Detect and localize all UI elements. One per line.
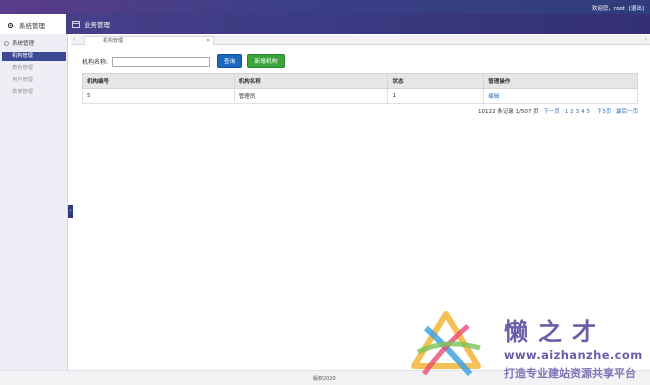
welcome-area: 欢迎您，root [退出] [592, 4, 644, 12]
table-row: 5 管理员 1 编辑 [82, 88, 638, 104]
query-button[interactable]: 查询 [217, 54, 242, 68]
page-link[interactable]: 2 [570, 109, 574, 115]
search-row: 机构名称: [82, 55, 211, 68]
org-name-input[interactable] [112, 56, 211, 67]
nav-business-management[interactable]: 业务管理 [71, 14, 110, 34]
sidebar-item-menu[interactable]: 菜单管理 [2, 88, 66, 97]
welcome-text: 欢迎您，root [591, 6, 625, 12]
chevron-left-icon[interactable]: ‹ [68, 205, 73, 218]
sidebar-item-org[interactable]: 机构管理 [2, 52, 66, 61]
tab-scroll-right-icon[interactable]: › [645, 36, 647, 43]
tab-strip: ‹ 机构管理 ✕ › [71, 35, 650, 45]
sidebar-group-label: 系统管理 [12, 41, 35, 47]
next-five-pages-link[interactable]: 下5页 [597, 109, 612, 115]
org-table: 机构编号 机构名称 状态 管理操作 5 管理员 1 编辑 [82, 73, 638, 104]
table-header-row: 机构编号 机构名称 状态 管理操作 [82, 73, 638, 89]
close-icon[interactable]: ✕ [206, 37, 210, 45]
cell-action: 编辑 [483, 88, 638, 104]
cell-org-name: 管理员 [233, 88, 389, 104]
page-link[interactable]: 3 [576, 109, 580, 115]
collapse-circle-icon [4, 40, 9, 46]
gear-icon [6, 21, 15, 30]
sidebar: 系统管理 机构管理 角色管理 用户管理 菜单管理 [0, 34, 68, 370]
pagination: 10122 条记录 1/507 页 下一页 12345 下5页 最后一页 [478, 107, 641, 115]
copyright-text: 版权2020 [313, 376, 336, 382]
column-header: 机构编号 [82, 73, 235, 89]
nav-business-label: 业务管理 [84, 21, 110, 29]
column-header: 状态 [387, 73, 485, 89]
column-header: 管理操作 [483, 73, 638, 89]
sidebar-group-header[interactable]: 系统管理 [4, 39, 34, 47]
add-org-button[interactable]: 新增机构 [247, 54, 285, 68]
page-numbers: 12345 [565, 109, 593, 115]
window-icon [71, 20, 80, 29]
column-header: 机构名称 [233, 73, 389, 89]
pager-summary: 10122 条记录 1/507 页 [478, 109, 539, 115]
next-page-link[interactable]: 下一页 [543, 109, 560, 115]
watermark-slogan: 打造专业建站资源共享平台 [504, 367, 636, 380]
tab-label: 机构管理 [103, 38, 124, 44]
cell-status: 1 [387, 88, 485, 104]
page-link[interactable]: 5 [587, 109, 591, 115]
watermark-title: 懒之才 [504, 317, 606, 346]
last-page-link[interactable]: 最后一页 [616, 109, 638, 115]
watermark: 懒之才 www.aizhanzhe.com 打造专业建站资源共享平台 [408, 308, 646, 380]
main-nav: 系统管理 业务管理 [0, 14, 650, 34]
sidebar-item-user[interactable]: 用户管理 [2, 76, 66, 85]
cell-org-id: 5 [82, 88, 235, 104]
sidebar-list: 机构管理 角色管理 用户管理 菜单管理 [2, 52, 66, 100]
top-bar: 欢迎您，root [退出] [0, 0, 650, 14]
nav-system-management[interactable]: 系统管理 [0, 14, 66, 34]
sidebar-item-role[interactable]: 角色管理 [2, 64, 66, 73]
watermark-url: www.aizhanzhe.com [504, 348, 643, 362]
watermark-logo-icon [411, 311, 481, 376]
tab-scroll-left-icon[interactable]: ‹ [73, 36, 75, 43]
page-link[interactable]: 4 [581, 109, 585, 115]
logout-link[interactable]: [退出] [629, 6, 644, 12]
edit-link[interactable]: 编辑 [488, 94, 499, 100]
nav-system-label: 系统管理 [19, 22, 45, 30]
search-label: 机构名称: [82, 59, 109, 66]
tab-org-management[interactable]: 机构管理 ✕ [84, 36, 214, 45]
page-link[interactable]: 1 [565, 109, 569, 115]
